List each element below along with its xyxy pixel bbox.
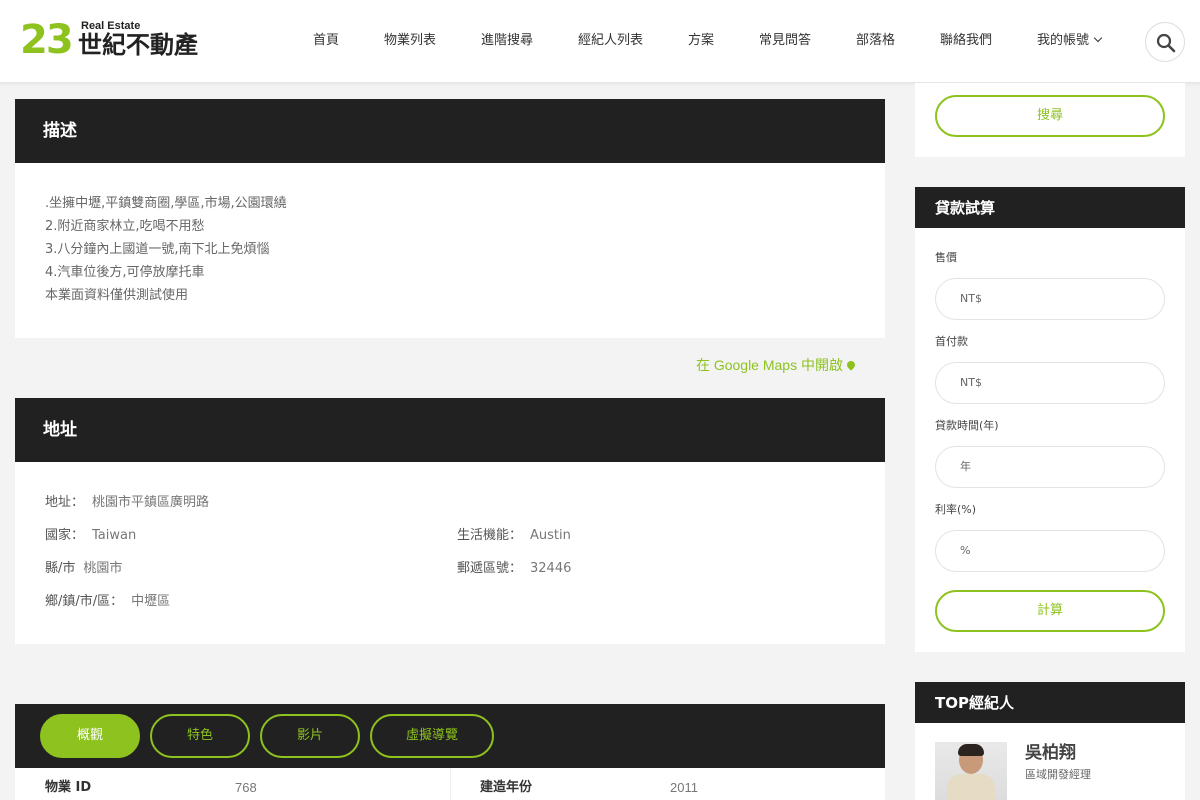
overview-row: 物業 ID 768 建造年份 2011	[15, 768, 885, 800]
description-line: 2.附近商家林立,吃喝不用愁	[45, 219, 205, 234]
price-label: 售價	[935, 251, 957, 264]
zip-label: 郵遞區號：	[457, 561, 523, 576]
loan-term-label: 貸款時間(年)	[935, 419, 999, 432]
description-line: 4.汽車位後方,可停放摩托車	[45, 265, 205, 280]
tab-video[interactable]: 影片	[260, 714, 360, 758]
nav-my-account-label: 我的帳號	[1037, 33, 1090, 48]
nav-blog[interactable]: 部落格	[856, 33, 895, 49]
site-logo[interactable]: 23 Real Estate 世紀不動產	[20, 18, 220, 64]
country-value: Taiwan	[92, 528, 137, 543]
address-body: 地址： 桃園市平鎮區廣明路 國家： Taiwan 生活機能： Austin 縣/市 桃園…	[15, 462, 885, 644]
agent-name[interactable]: 吳柏翔	[1025, 743, 1076, 763]
loan-calc-title: 貸款試算	[935, 198, 996, 217]
logo-number: 23	[20, 17, 74, 63]
interest-rate-label: 利率(%)	[935, 503, 977, 516]
nav-faq[interactable]: 常見問答	[759, 33, 811, 49]
nav-advanced-search[interactable]: 進階搜尋	[481, 33, 533, 49]
description-title: 描述	[43, 121, 77, 141]
nav-agent-list[interactable]: 經紀人列表	[578, 33, 643, 49]
address-title: 地址	[43, 420, 77, 440]
description-header: 描述	[15, 99, 885, 163]
description-body: .坐擁中壢,平鎮雙商圈,學區,市場,公園環繞 2.附近商家林立,吃喝不用愁 3.…	[15, 163, 885, 338]
down-payment-input[interactable]: NT$	[935, 362, 1165, 404]
year-built-value: 2011	[670, 780, 698, 795]
address-row-address: 地址： 桃園市平鎮區廣明路	[45, 495, 209, 511]
agent-title: 區域開發經理	[1025, 768, 1091, 781]
year-built-label: 建造年份	[480, 780, 533, 795]
property-id-label: 物業 ID	[45, 780, 92, 795]
nav-property-list[interactable]: 物業列表	[384, 33, 436, 49]
district-value: 中壢區	[131, 594, 171, 609]
city-label: 縣/市	[45, 561, 76, 576]
address-row-country: 國家： Taiwan	[45, 528, 136, 544]
country-label: 國家：	[45, 528, 85, 543]
google-maps-link-label: 在 Google Maps 中開啟	[695, 357, 843, 373]
nav-contact[interactable]: 聯絡我們	[940, 33, 992, 49]
nav-my-account[interactable]: 我的帳號	[1037, 33, 1103, 49]
chevron-down-icon	[1093, 33, 1103, 43]
address-row-district: 鄉/鎮/市/區： 中壢區	[45, 594, 170, 610]
address-value: 桃園市平鎮區廣明路	[92, 495, 210, 510]
zip-value: 32446	[530, 561, 572, 576]
interest-rate-input[interactable]: %	[935, 530, 1165, 572]
site-header: 23 Real Estate 世紀不動產 首頁 物業列表 進階搜尋 經紀人列表 …	[0, 0, 1200, 83]
price-input[interactable]: NT$	[935, 278, 1165, 320]
google-maps-link[interactable]: 在 Google Maps 中開啟	[695, 357, 857, 373]
top-agents-header: TOP經紀人	[915, 682, 1185, 723]
neighborhood-label: 生活機能：	[457, 528, 523, 543]
address-row-zip: 郵遞區號： 32446	[457, 561, 571, 577]
agent-avatar-hair	[958, 744, 984, 756]
header-search-button[interactable]	[1145, 22, 1185, 62]
tab-virtual-tour[interactable]: 虛擬導覽	[370, 714, 494, 758]
description-line: 本業面資料僅供測試使用	[45, 288, 189, 303]
nav-home[interactable]: 首頁	[313, 33, 339, 49]
neighborhood-value: Austin	[530, 528, 571, 543]
tab-overview[interactable]: 概觀	[40, 714, 140, 758]
city-value: 桃園市	[83, 561, 123, 576]
address-header: 地址	[15, 398, 885, 462]
nav-plans[interactable]: 方案	[688, 33, 714, 49]
down-payment-label: 首付款	[935, 335, 968, 348]
district-label: 鄉/鎮/市/區：	[45, 594, 124, 609]
address-row-neighborhood: 生活機能： Austin	[457, 528, 571, 544]
agent-avatar[interactable]	[935, 742, 1007, 800]
address-label: 地址：	[45, 495, 85, 510]
property-id-value: 768	[235, 780, 257, 795]
map-pin-icon	[845, 359, 857, 371]
sidebar-search-button[interactable]: 搜尋	[935, 95, 1165, 137]
loan-calc-header: 貸款試算	[915, 187, 1185, 228]
calculate-button[interactable]: 計算	[935, 590, 1165, 632]
logo-name: 世紀不動產	[78, 30, 198, 59]
tab-features[interactable]: 特色	[150, 714, 250, 758]
search-icon	[1156, 33, 1176, 53]
address-row-city: 縣/市 桃園市	[45, 561, 122, 577]
description-line: .坐擁中壢,平鎮雙商圈,學區,市場,公園環繞	[45, 196, 287, 211]
top-agents-title: TOP經紀人	[935, 693, 1014, 712]
description-line: 3.八分鐘內上國道一號,南下北上免煩惱	[45, 242, 270, 257]
loan-term-input[interactable]: 年	[935, 446, 1165, 488]
agent-avatar-body	[947, 774, 995, 800]
overview-divider	[450, 768, 451, 800]
